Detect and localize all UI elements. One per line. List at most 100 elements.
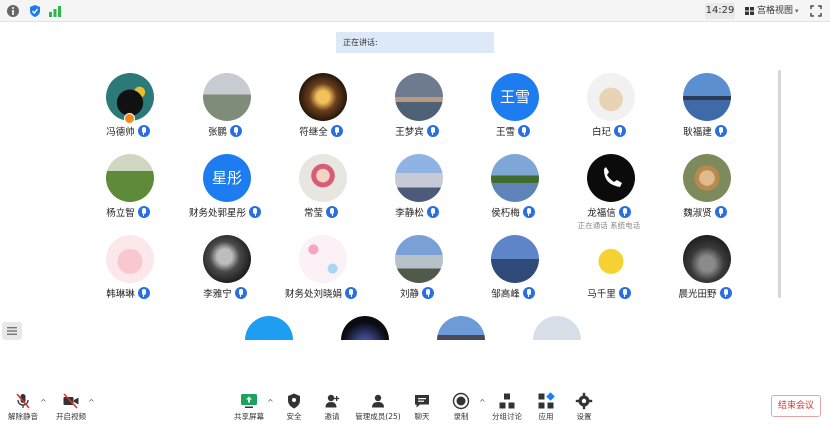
participant-name: 耿福建 <box>683 127 712 138</box>
avatar[interactable] <box>203 73 251 121</box>
apps-icon <box>538 392 555 409</box>
avatar[interactable] <box>587 73 635 121</box>
avatar[interactable] <box>395 235 443 283</box>
partial-avatar-1[interactable] <box>245 316 293 340</box>
participant-tile[interactable]: 张鹏 <box>177 73 273 155</box>
participant-tile[interactable]: 符继全 <box>273 73 369 155</box>
participant-name: 邹高峰 <box>491 289 520 300</box>
participant-name: 张鹏 <box>207 127 227 138</box>
mic-icon <box>426 125 439 137</box>
avatar[interactable] <box>587 235 635 283</box>
host-badge-icon <box>124 113 135 124</box>
participant-name: 刘静 <box>399 289 419 300</box>
avatar[interactable] <box>299 73 347 121</box>
participant-tile[interactable]: 星彤财务处郭星彤 <box>177 154 273 236</box>
mic-options-caret[interactable]: ^ <box>40 398 47 407</box>
participant-name: 李雅宁 <box>203 289 232 300</box>
participant-tile[interactable]: 邹高峰 <box>465 235 561 317</box>
participant-tile[interactable]: 冯德帅 <box>80 73 176 155</box>
settings-button[interactable]: 设置 <box>563 386 605 424</box>
invite-person-icon <box>325 394 340 408</box>
avatar[interactable] <box>683 235 731 283</box>
shield-icon[interactable] <box>28 4 42 18</box>
participant-tile[interactable]: 常莹 <box>273 154 369 236</box>
gear-icon <box>575 392 593 410</box>
speaking-indicator: 正在讲话: <box>336 32 494 53</box>
participant-name: 杨立智 <box>106 208 135 219</box>
participant-tile[interactable]: 龙福信 正在通话 系统电话 <box>561 154 657 236</box>
members-icon <box>372 394 384 408</box>
mic-icon <box>518 125 530 137</box>
start-video-button[interactable]: 开启视频 <box>50 386 92 424</box>
participant-name: 王雪 <box>495 127 515 138</box>
start-video-label: 开启视频 <box>56 412 86 421</box>
participant-name-row: 韩琳琳 <box>80 286 176 300</box>
avatar[interactable] <box>683 154 731 202</box>
avatar[interactable] <box>395 154 443 202</box>
partial-avatar-3[interactable] <box>437 316 485 340</box>
info-icon[interactable] <box>6 4 20 18</box>
participant-tile[interactable]: 韩琳琳 <box>80 235 176 317</box>
avatar[interactable] <box>106 235 154 283</box>
participant-name: 侯朽梅 <box>491 208 520 219</box>
partial-avatar-4[interactable] <box>533 316 581 340</box>
avatar[interactable] <box>683 73 731 121</box>
participant-name: 马千里 <box>587 289 616 300</box>
participant-tile[interactable]: 白玘 <box>561 73 657 155</box>
avatar[interactable] <box>106 154 154 202</box>
mic-icon <box>137 125 150 137</box>
mic-icon <box>345 287 357 299</box>
participant-name-row: 张鹏 <box>177 124 273 138</box>
mic-icon <box>714 206 727 218</box>
participant-name: 韩琳琳 <box>106 289 135 300</box>
participant-tile[interactable]: 财务处刘晓娟 <box>273 235 369 317</box>
participant-tile[interactable]: 晨光田野 <box>657 235 753 317</box>
mic-icon <box>618 206 631 218</box>
participant-name-row: 刘静 <box>369 286 465 300</box>
participant-name: 冯德帅 <box>106 127 135 138</box>
mic-icon <box>249 206 261 218</box>
participant-tile[interactable]: 李雅宁 <box>177 235 273 317</box>
avatar[interactable] <box>491 154 539 202</box>
participant-name-row: 晨光田野 <box>657 286 753 300</box>
avatar[interactable]: 星彤 <box>203 154 251 202</box>
participant-tile[interactable]: 耿福建 <box>657 73 753 155</box>
end-meeting-button[interactable]: 结束会议 <box>771 395 821 417</box>
avatar[interactable] <box>395 73 443 121</box>
avatar[interactable] <box>299 235 347 283</box>
partial-avatar-2[interactable] <box>341 316 389 340</box>
mic-icon <box>426 206 439 218</box>
view-switch-button[interactable]: 宫格视图 ▾ <box>743 3 805 19</box>
participant-name-row: 侯朽梅 <box>465 205 561 219</box>
video-options-caret[interactable]: ^ <box>88 398 95 407</box>
participant-tile[interactable]: 侯朽梅 <box>465 154 561 236</box>
participant-tile[interactable]: 杨立智 <box>80 154 176 236</box>
avatar[interactable]: 王雪 <box>491 73 539 121</box>
grid-scrollbar[interactable] <box>778 70 781 298</box>
participant-name: 王梦宾 <box>395 127 424 138</box>
unmute-button[interactable]: 解除静音 <box>2 386 44 424</box>
record-options-caret[interactable]: ^ <box>479 398 486 407</box>
meeting-window: 14:29 宫格视图 ▾ 正在讲话: 冯德帅 张鹏 符继全 王梦宾 王雪 王雪 白玘 耿福建杨… <box>0 0 830 424</box>
participant-tile[interactable]: 魏淑贤 <box>657 154 753 236</box>
share-screen-icon <box>241 394 257 408</box>
participant-tile[interactable]: 李静松 <box>369 154 465 236</box>
participant-name: 财务处郭星彤 <box>188 208 246 219</box>
avatar[interactable] <box>587 154 635 202</box>
participant-tile[interactable]: 马千里 <box>561 235 657 317</box>
participant-name-row: 魏淑贤 <box>657 205 753 219</box>
grid-view-icon <box>745 7 754 15</box>
clock-time: 14:29 <box>705 3 735 19</box>
avatar[interactable] <box>203 235 251 283</box>
participant-tile[interactable]: 刘静 <box>369 235 465 317</box>
avatar[interactable] <box>299 154 347 202</box>
floating-chat-icon[interactable] <box>2 322 22 340</box>
phone-icon <box>604 167 622 187</box>
mic-icon <box>137 287 150 299</box>
fullscreen-icon[interactable] <box>810 5 822 17</box>
participant-tile[interactable]: 王梦宾 <box>369 73 465 155</box>
signal-icon[interactable] <box>48 4 62 18</box>
avatar[interactable] <box>491 235 539 283</box>
participant-tile[interactable]: 王雪 王雪 <box>465 73 561 155</box>
participant-name-row: 王雪 <box>465 124 561 138</box>
